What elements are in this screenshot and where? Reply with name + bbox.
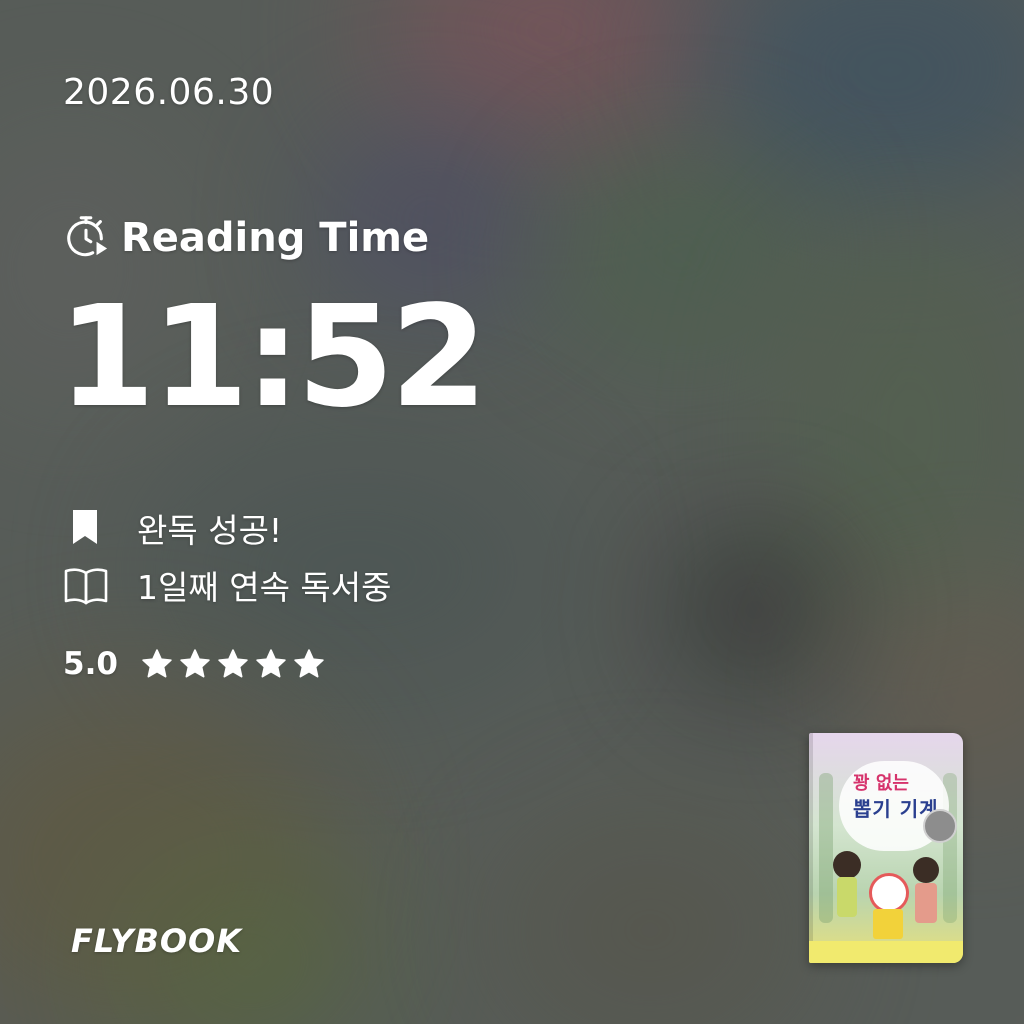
- reading-time-label: Reading Time: [121, 215, 430, 261]
- flybook-logo: FLYBOOK: [71, 922, 243, 960]
- reading-time-header: Reading Time: [63, 210, 429, 266]
- completion-label: 완독 성공!: [137, 511, 283, 550]
- star-icon: [294, 649, 324, 678]
- streak-status: 1일째 연속 독서중: [63, 563, 392, 607]
- star-icon: [180, 649, 210, 678]
- reading-time-value: 11:52: [58, 276, 488, 439]
- award-badge-icon: [923, 809, 957, 843]
- rating-stars: [140, 647, 326, 681]
- star-icon: [256, 649, 286, 678]
- rating-value: 5.0: [63, 646, 118, 682]
- star-icon: [218, 649, 248, 678]
- completion-status: 완독 성공!: [63, 506, 282, 550]
- rating: 5.0: [63, 642, 326, 686]
- book-title-line1: 꽝 없는: [853, 773, 909, 794]
- bookmark-icon: [63, 506, 109, 550]
- stopwatch-play-icon: [63, 213, 109, 263]
- book-cover[interactable]: 꽝 없는 뽑기 기계: [809, 733, 963, 963]
- star-icon: [142, 649, 172, 678]
- session-date: 2026.06.30: [63, 72, 275, 113]
- open-book-icon: [63, 563, 109, 607]
- streak-label: 1일째 연속 독서중: [137, 568, 392, 607]
